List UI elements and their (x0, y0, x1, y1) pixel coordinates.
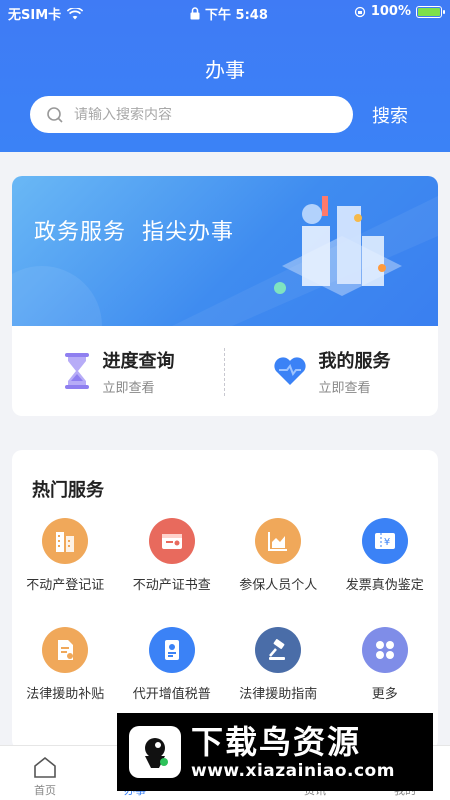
service-label: 不动产登记证 (26, 578, 105, 593)
banner-slogan-1: 政务服务 (34, 220, 127, 245)
service-label: 不动产证书查 (132, 578, 211, 593)
svg-text:¥: ¥ (384, 537, 390, 548)
banner-card: 政务服务 指尖办事 进度查询 立即查看 我的服务 立即查看 (12, 176, 438, 416)
quick-action-title: 我的服务 (318, 350, 391, 372)
tab-label: 首页 (34, 784, 56, 797)
service-certificate-query[interactable]: 不动产证书查 (119, 518, 226, 593)
service-real-estate-registration[interactable]: 不动产登记证 (12, 518, 119, 593)
service-legal-aid-subsidy[interactable]: 法律援助补贴 (12, 627, 119, 702)
home-icon (34, 756, 56, 778)
battery-text: 100% (370, 4, 411, 19)
orientation-lock-icon (354, 6, 365, 17)
service-insured-personal[interactable]: 参保人员个人 (225, 518, 332, 593)
invoice-icon: ¥ (361, 518, 408, 564)
search-box[interactable] (30, 96, 353, 133)
gavel-icon (255, 627, 302, 673)
clock-text: 下午 5:48 (205, 8, 268, 23)
hot-services-card: 热门服务 不动产登记证 不动产证书查 参保人员个人 ¥ 发票真伪鉴定 法律援助补… (12, 450, 438, 750)
service-label: 发票真伪鉴定 (345, 578, 424, 593)
search-icon (47, 106, 63, 123)
more-icon (361, 627, 408, 673)
banner-decoration (12, 196, 438, 326)
service-invoice-verification[interactable]: ¥ 发票真伪鉴定 (332, 518, 439, 593)
search-input[interactable] (74, 106, 314, 123)
wifi-icon (67, 7, 84, 19)
quick-action-subtitle: 立即查看 (102, 380, 155, 396)
banner[interactable]: 政务服务 指尖办事 (12, 176, 438, 326)
tax-form-icon (148, 627, 195, 673)
service-vat-invoice[interactable]: 代开增值税普 (119, 627, 226, 702)
battery-icon (416, 5, 445, 18)
page-title: 办事 (205, 58, 245, 82)
quick-action-title: 进度查询 (102, 350, 175, 372)
service-label: 法律援助补贴 (26, 687, 105, 702)
status-bar: 无SIM卡 下午 5:48 100% (0, 0, 450, 24)
quick-action-subtitle: 立即查看 (318, 380, 371, 396)
header: 无SIM卡 下午 5:48 100% 办事 搜索 (0, 0, 450, 152)
watermark-title: 下载鸟资源 (191, 723, 362, 761)
progress-query-button[interactable]: 进度查询 立即查看 (12, 326, 225, 416)
service-label: 法律援助指南 (239, 687, 318, 702)
bird-logo-icon (129, 726, 181, 778)
service-more[interactable]: 更多 (332, 627, 439, 702)
service-label: 参保人员个人 (239, 578, 318, 593)
tab-home[interactable]: 首页 (0, 746, 90, 800)
banner-slogan-2: 指尖办事 (142, 220, 235, 245)
hourglass-icon (64, 353, 89, 389)
document-icon (42, 627, 89, 673)
watermark-url: www.xiazainiao.com (191, 761, 395, 781)
section-title: 热门服务 (32, 480, 104, 501)
service-legal-aid-guide[interactable]: 法律援助指南 (225, 627, 332, 702)
service-label: 更多 (371, 687, 398, 702)
lock-icon (190, 7, 200, 20)
my-services-button[interactable]: 我的服务 立即查看 (225, 326, 438, 416)
chart-icon (255, 518, 302, 564)
service-label: 代开增值税普 (132, 687, 211, 702)
building-icon (42, 518, 89, 564)
search-button[interactable]: 搜索 (372, 102, 408, 128)
watermark: 下载鸟资源 www.xiazainiao.com (117, 713, 433, 791)
heart-icon (273, 357, 306, 385)
carrier-text: 无SIM卡 (8, 8, 62, 23)
certificate-icon (148, 518, 195, 564)
